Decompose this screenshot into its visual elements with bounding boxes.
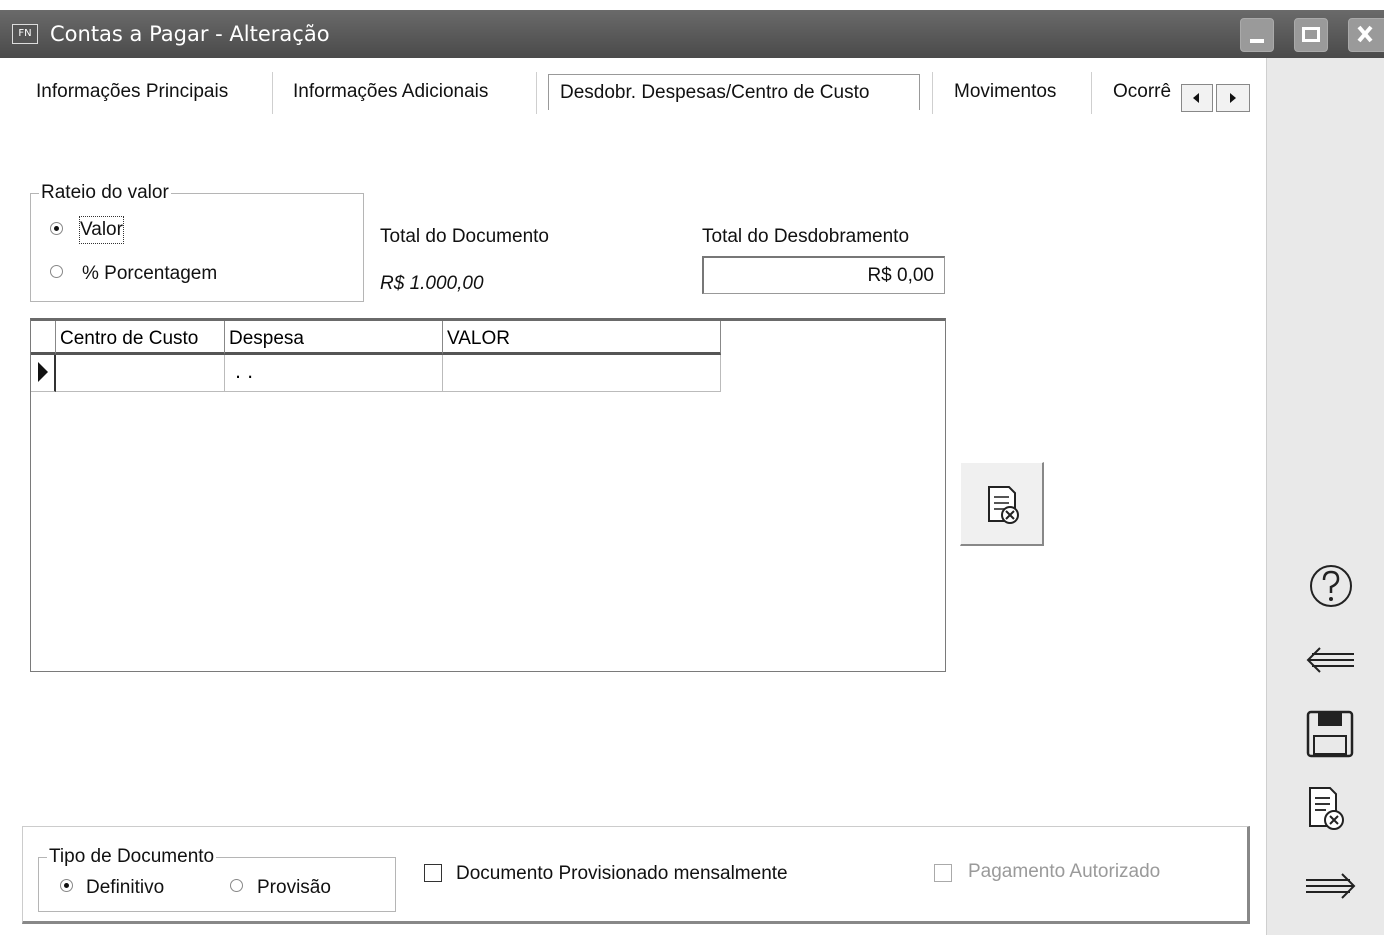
forward-arrow-icon	[1306, 873, 1356, 899]
checkbox-pagamento-label: Pagamento Autorizado	[968, 861, 1161, 882]
tab-scroll-right-button[interactable]	[1216, 84, 1250, 112]
grid-header-despesa[interactable]: Despesa	[225, 321, 443, 355]
save-icon	[1306, 710, 1354, 758]
grid-header-valor[interactable]: VALOR	[443, 321, 721, 355]
grid-cell-centro-custo[interactable]	[56, 355, 225, 392]
tab-divider	[272, 72, 273, 114]
radio-provisao[interactable]	[230, 879, 243, 892]
app-icon: FN	[12, 24, 38, 44]
forward-button[interactable]	[1304, 862, 1358, 910]
grid-corner	[31, 321, 56, 355]
back-button[interactable]	[1304, 636, 1358, 684]
total-documento-value: R$ 1.000,00	[380, 273, 484, 294]
rateio-legend: Rateio do valor	[41, 182, 169, 203]
radio-definitivo[interactable]	[60, 879, 73, 892]
grid-cell-despesa[interactable]: . .	[225, 355, 443, 392]
radio-porcentagem[interactable]	[50, 265, 63, 278]
radio-valor-label[interactable]: Valor	[79, 216, 124, 244]
tab-movimentos[interactable]: Movimentos	[954, 78, 1056, 106]
save-button[interactable]	[1304, 710, 1358, 758]
maximize-button[interactable]	[1294, 18, 1328, 52]
window-title: Contas a Pagar - Alteração	[50, 22, 330, 46]
checkbox-provisionado[interactable]	[424, 864, 442, 882]
help-button[interactable]	[1304, 562, 1358, 610]
tab-divider	[536, 72, 537, 114]
tab-informacoes-principais[interactable]: Informações Principais	[36, 78, 228, 106]
tab-label: Desdobr. Despesas/Centro de Custo	[560, 82, 870, 103]
checkbox-provisionado-label[interactable]: Documento Provisionado mensalmente	[456, 860, 788, 888]
rateio-grid[interactable]: Centro de Custo Despesa VALOR . .	[30, 318, 946, 672]
arrow-left-icon	[1193, 93, 1199, 103]
delete-document-icon	[1309, 787, 1344, 830]
tab-desdobr-despesas[interactable]: Desdobr. Despesas/Centro de Custo	[548, 74, 920, 110]
grid-row-indicator	[31, 355, 56, 392]
close-button[interactable]	[1348, 18, 1384, 52]
delete-document-icon	[988, 486, 1019, 524]
total-documento-label: Total do Documento	[380, 226, 549, 247]
tab-divider	[932, 72, 933, 114]
total-desdobramento-field: R$ 0,00	[702, 256, 945, 294]
grid-cell-valor[interactable]	[443, 355, 721, 392]
arrow-right-icon	[1230, 93, 1236, 103]
back-arrow-icon	[1306, 647, 1354, 673]
radio-provisao-label[interactable]: Provisão	[257, 874, 331, 902]
tab-informacoes-adicionais[interactable]: Informações Adicionais	[293, 78, 488, 106]
help-icon	[1310, 565, 1352, 607]
row-pointer-icon	[38, 362, 48, 382]
checkbox-pagamento-autorizado	[934, 864, 952, 882]
radio-definitivo-label[interactable]: Definitivo	[86, 874, 164, 902]
close-icon	[1357, 25, 1373, 43]
grid-header-centro-custo[interactable]: Centro de Custo	[56, 321, 225, 355]
radio-valor[interactable]	[50, 222, 63, 235]
tab-ocorrencias[interactable]: Ocorrê	[1113, 78, 1179, 106]
minimize-button[interactable]	[1240, 18, 1274, 52]
delete-button[interactable]	[1304, 786, 1358, 834]
tab-divider	[1091, 72, 1092, 114]
tab-scroll-left-button[interactable]	[1181, 84, 1213, 112]
tipo-documento-legend: Tipo de Documento	[49, 846, 215, 867]
total-desdobramento-label: Total do Desdobramento	[702, 226, 910, 247]
delete-row-button[interactable]	[960, 462, 1044, 546]
radio-porcentagem-label[interactable]: % Porcentagem	[82, 260, 217, 288]
total-desdobramento-value: R$ 0,00	[867, 265, 934, 286]
